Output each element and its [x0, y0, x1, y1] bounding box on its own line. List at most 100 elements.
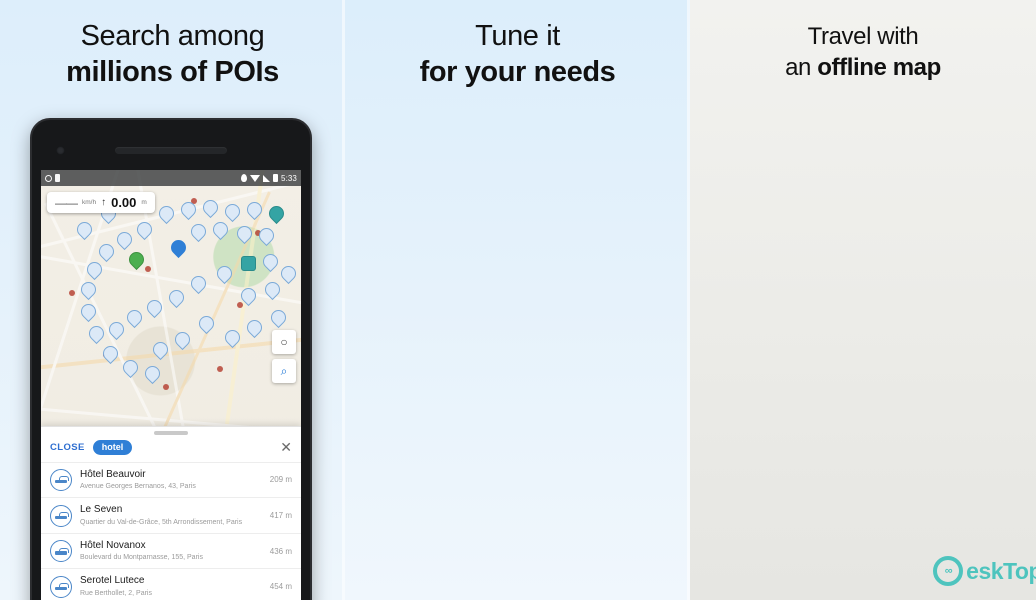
trip-altitude-unit: m — [141, 199, 147, 206]
result-row[interactable]: Hôtel Beauvoir Avenue Georges Bernanos, … — [41, 461, 301, 498]
trip-speed-value: —— — [55, 195, 78, 210]
poi-pin[interactable] — [187, 272, 210, 295]
poi-pin[interactable] — [221, 326, 244, 349]
phone-mockup-1: 5:33 —— km/h ↑ 0.00 m ○ ⌕ CLOSE hotel ✕ … — [30, 118, 312, 600]
poi-pin[interactable] — [123, 306, 146, 329]
poi-pin[interactable] — [171, 328, 194, 351]
panel2-headline: Tune it for your needs — [345, 18, 690, 92]
phone1-screen: 5:33 —— km/h ↑ 0.00 m ○ ⌕ CLOSE hotel ✕ … — [41, 170, 301, 600]
poi-pin-cluster[interactable] — [167, 236, 190, 259]
result-address: Boulevard du Montparnasse, 155, Paris — [80, 554, 203, 562]
poi-pin[interactable] — [141, 362, 164, 385]
poi-pin[interactable] — [195, 312, 218, 335]
result-distance: 454 m — [269, 582, 292, 592]
close-icon[interactable]: ✕ — [280, 440, 292, 454]
close-button[interactable]: CLOSE — [50, 442, 85, 453]
poi-pin[interactable] — [241, 256, 256, 271]
promo-panel-offline-map: Travel with an offline map ∞ eskTop — [690, 0, 1036, 600]
poi-pin[interactable] — [209, 218, 232, 241]
sheet-header: CLOSE hotel ✕ — [41, 435, 301, 462]
poi-pin[interactable] — [73, 218, 96, 241]
poi-pin[interactable] — [155, 202, 178, 225]
result-distance: 417 m — [269, 511, 292, 521]
result-row[interactable]: Serotel Lutece Rue Berthollet, 2, Paris … — [41, 568, 301, 600]
poi-pin[interactable] — [83, 258, 106, 281]
result-row[interactable]: Hôtel Novanox Boulevard du Montparnasse,… — [41, 532, 301, 569]
result-address: Avenue Georges Bernanos, 43, Paris — [80, 483, 196, 491]
search-button-1[interactable]: ⌕ — [272, 359, 296, 383]
sync-icon — [45, 174, 52, 182]
battery-icon — [273, 174, 279, 182]
result-distance: 436 m — [269, 546, 292, 556]
poi-pin[interactable] — [77, 300, 100, 323]
compass-icon: ○ — [280, 335, 288, 349]
signal-icon — [263, 174, 271, 182]
poi-pin[interactable] — [199, 196, 222, 219]
map-controls-1: ○ ⌕ — [272, 330, 296, 383]
desktop-logo-icon: ∞ — [933, 556, 964, 586]
poi-pin[interactable] — [277, 262, 300, 285]
phone1-bezel-top — [32, 120, 310, 170]
poi-pin[interactable] — [243, 198, 266, 221]
panel1-headline: Search among millions of POIs — [0, 18, 345, 92]
status-left-icons — [45, 174, 60, 182]
poi-pin[interactable] — [177, 198, 200, 221]
search-icon: ⌕ — [280, 363, 288, 378]
poi-pin[interactable] — [99, 342, 122, 365]
poi-pin[interactable] — [133, 218, 156, 241]
poi-pin[interactable] — [255, 224, 278, 247]
poi-pin[interactable] — [237, 284, 260, 307]
hotel-icon — [50, 468, 72, 491]
result-name: Hôtel Beauvoir — [80, 468, 146, 480]
result-name: Le Seven — [80, 504, 123, 516]
earpiece-speaker — [115, 147, 227, 154]
status-right-icons: 5:33 — [241, 174, 297, 183]
hotel-icon — [50, 504, 72, 527]
poi-pin[interactable] — [143, 296, 166, 319]
poi-pin[interactable] — [125, 248, 148, 271]
panel3-headline-line2: an offline map — [690, 52, 1036, 83]
trip-speed-unit: km/h — [82, 199, 97, 206]
poi-pin[interactable] — [265, 202, 288, 225]
poi-pin[interactable] — [243, 316, 266, 339]
query-chip-hotel[interactable]: hotel — [92, 439, 133, 455]
poi-pin[interactable] — [213, 262, 236, 285]
hotel-icon — [50, 540, 72, 563]
hotel-icon — [50, 575, 72, 598]
panel1-headline-line1: Search among — [80, 20, 265, 52]
poi-pin[interactable] — [267, 306, 290, 329]
poi-pin[interactable] — [105, 318, 128, 341]
panel2-headline-line1: Tune it — [475, 20, 560, 52]
result-row[interactable]: Le Seven Quartier du Val-de-Grâce, 5th A… — [41, 497, 301, 533]
poi-pin[interactable] — [259, 250, 282, 273]
promo-panel-settings: Tune it for your needs — [345, 0, 690, 600]
result-address: Rue Berthollet, 2, Paris — [80, 589, 152, 597]
poi-pin[interactable] — [119, 356, 142, 379]
poi-pin[interactable] — [113, 228, 136, 251]
location-icon — [241, 174, 248, 182]
result-address: Quartier du Val-de-Grâce, 5th Arrondisse… — [80, 518, 243, 526]
poi-pin[interactable] — [85, 322, 108, 345]
trip-computer-panel-1[interactable]: —— km/h ↑ 0.00 m — [47, 192, 155, 213]
desktop-watermark-text: eskTop — [966, 557, 1036, 584]
panel2-headline-line2: for your needs — [419, 56, 616, 89]
panel1-headline-line2: millions of POIs — [66, 56, 279, 89]
panel3-headline-line1: Travel with — [807, 23, 919, 50]
poi-pin[interactable] — [165, 286, 188, 309]
wifi-icon — [250, 174, 261, 182]
poi-pin[interactable] — [261, 278, 284, 301]
poi-pin[interactable] — [233, 222, 256, 245]
poi-pin[interactable] — [149, 338, 172, 361]
promo-board: Search among millions of POIs 5:33 —— km… — [0, 0, 1036, 600]
search-results-sheet: CLOSE hotel ✕ Hôtel Beauvoir Avenue Geor… — [41, 425, 301, 600]
compass-button-1[interactable]: ○ — [272, 330, 296, 354]
poi-pin[interactable] — [95, 240, 118, 263]
panel3-headline: Travel with an offline map — [690, 22, 1036, 83]
battery-small-icon — [55, 174, 60, 182]
poi-pin[interactable] — [221, 200, 244, 223]
promo-panel-search: Search among millions of POIs 5:33 —— km… — [0, 0, 345, 600]
panel3-headline-bold: offline map — [817, 54, 941, 81]
poi-pin[interactable] — [187, 220, 210, 243]
poi-pin[interactable] — [77, 278, 100, 301]
trip-altitude-value: 0.00 — [111, 195, 137, 210]
